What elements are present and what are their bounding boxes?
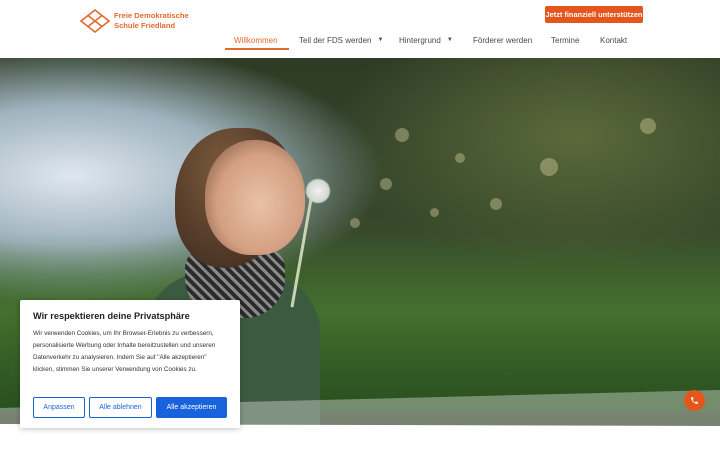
cookie-consent-banner: Wir respektieren deine Privatsphäre Wir …: [20, 300, 240, 428]
chevron-down-icon: ▼: [377, 37, 384, 43]
bokeh-light: [430, 208, 439, 217]
logo-line-1: Freie Demokratische: [114, 11, 189, 20]
customize-button[interactable]: Anpassen: [33, 397, 85, 418]
bokeh-light: [490, 198, 502, 210]
reject-all-button[interactable]: Alle ablehnen: [89, 397, 152, 418]
child-face: [205, 140, 305, 255]
donate-button[interactable]: Jetzt finanziell unterstützen: [545, 6, 643, 23]
cookie-text: Wir verwenden Cookies, um Ihr Browser-Er…: [33, 330, 216, 373]
nav-item-label: Kontakt: [600, 35, 628, 45]
bokeh-light: [455, 153, 465, 163]
bokeh-light: [380, 178, 392, 190]
bokeh-light: [395, 128, 409, 142]
bokeh-light: [540, 158, 558, 176]
nav-item-label: Teil der FDS werden: [299, 35, 372, 45]
nav-item-label: Termine: [551, 35, 580, 45]
nav-item-label: Hintergrund: [399, 35, 441, 45]
bokeh-light: [350, 218, 360, 228]
accept-all-button[interactable]: Alle akzeptieren: [156, 397, 227, 418]
main-nav: Willkommen Teil der FDS werden ▼ Hinterg…: [0, 30, 720, 50]
nav-item-foerderer[interactable]: Förderer werden: [473, 30, 532, 50]
nav-item-hintergrund[interactable]: Hintergrund ▼: [399, 30, 453, 50]
phone-icon: [691, 397, 698, 404]
site-header: Freie Demokratische Schule Friedland Jet…: [0, 0, 720, 58]
nav-active-indicator: [225, 48, 289, 50]
chevron-down-icon: ▼: [446, 37, 453, 43]
nav-item-willkommen[interactable]: Willkommen: [234, 30, 278, 50]
nav-item-kontakt[interactable]: Kontakt: [600, 30, 627, 50]
nav-item-teil-der-fds[interactable]: Teil der FDS werden ▼: [299, 30, 383, 50]
site-logo-text[interactable]: Freie Demokratische Schule Friedland: [114, 11, 189, 31]
nav-item-label: Willkommen: [234, 35, 278, 45]
nav-item-label: Förderer werden: [473, 35, 533, 45]
phone-button[interactable]: [684, 390, 705, 411]
cookie-title: Wir respektieren deine Privatsphäre: [33, 311, 190, 321]
dandelion: [305, 178, 331, 204]
bokeh-light: [640, 118, 656, 134]
nav-item-termine[interactable]: Termine: [551, 30, 579, 50]
cookie-actions: Anpassen Alle ablehnen Alle akzeptieren: [33, 397, 227, 418]
